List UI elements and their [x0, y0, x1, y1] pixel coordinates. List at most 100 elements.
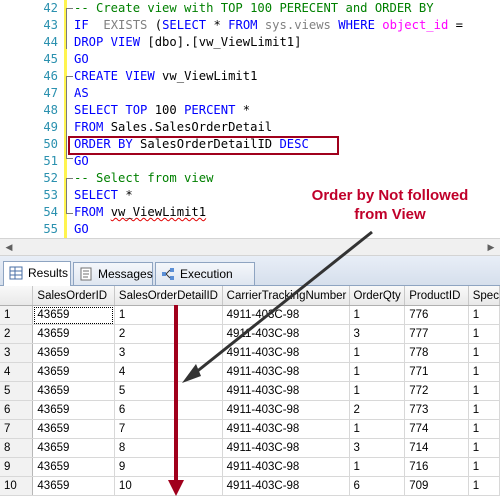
code-line[interactable]: 42 -- Create view with TOP 100 PERECENT a…: [0, 0, 500, 17]
table-row[interactable]: 3 43659 3 4911-403C-98 1 778 1: [0, 343, 500, 363]
column-header[interactable]: Spec: [468, 286, 500, 306]
code-line[interactable]: 48 SELECT TOP 100 PERCENT *: [0, 102, 500, 119]
row-number-cell[interactable]: 2: [0, 324, 34, 344]
table-cell[interactable]: 3: [349, 324, 406, 344]
tab-execution-plan[interactable]: Execution plan: [155, 262, 255, 303]
table-cell[interactable]: 1: [468, 400, 500, 420]
tab-messages[interactable]: Messages: [73, 262, 153, 285]
table-cell[interactable]: 43659: [32, 457, 115, 477]
column-header[interactable]: ProductID: [404, 286, 469, 306]
table-cell[interactable]: 1: [349, 343, 406, 363]
row-number-cell[interactable]: 1: [0, 305, 34, 325]
code-line[interactable]: 44 DROP VIEW [dbo].[vw_ViewLimit1]: [0, 34, 500, 51]
table-row[interactable]: 5 43659 5 4911-403C-98 1 772 1: [0, 381, 500, 401]
table-cell[interactable]: 4911-403C-98: [222, 457, 350, 477]
table-cell[interactable]: 4911-403C-98: [222, 476, 350, 496]
row-number-cell[interactable]: 3: [0, 343, 34, 363]
table-cell[interactable]: 1: [468, 362, 500, 382]
table-row[interactable]: 9 43659 9 4911-403C-98 1 716 1: [0, 457, 500, 477]
table-cell[interactable]: 43659: [32, 438, 115, 458]
table-cell[interactable]: 4911-403C-98: [222, 324, 350, 344]
table-cell[interactable]: 4911-403C-98: [222, 419, 350, 439]
row-number-cell[interactable]: 5: [0, 381, 34, 401]
row-number-cell[interactable]: 7: [0, 419, 34, 439]
table-cell[interactable]: 1: [349, 362, 406, 382]
row-number-cell[interactable]: 10: [0, 476, 34, 496]
tab-results[interactable]: Results: [3, 261, 71, 286]
code-line[interactable]: 47 AS: [0, 85, 500, 102]
table-cell[interactable]: 1: [468, 381, 500, 401]
table-cell[interactable]: 1: [114, 305, 223, 325]
table-cell[interactable]: 772: [404, 381, 469, 401]
table-cell[interactable]: 4911-403C-98: [222, 381, 350, 401]
table-cell[interactable]: 43659: [32, 381, 115, 401]
horizontal-scrollbar[interactable]: ◀ ▶: [0, 238, 500, 256]
table-cell[interactable]: 1: [468, 457, 500, 477]
results-grid[interactable]: SalesOrderID SalesOrderDetailID CarrierT…: [0, 286, 500, 500]
table-cell[interactable]: 771: [404, 362, 469, 382]
column-header[interactable]: SalesOrderID: [32, 286, 115, 306]
code-line[interactable]: 52 -- Select from view: [0, 170, 500, 187]
code-line[interactable]: 43 IF EXISTS (SELECT * FROM sys.views WHE…: [0, 17, 500, 34]
column-header[interactable]: OrderQty: [349, 286, 406, 306]
table-cell[interactable]: 1: [349, 305, 406, 325]
table-cell[interactable]: 5: [114, 381, 223, 401]
row-number-cell[interactable]: 9: [0, 457, 34, 477]
table-cell[interactable]: 43659: [32, 324, 115, 344]
table-row[interactable]: 7 43659 7 4911-403C-98 1 774 1: [0, 419, 500, 439]
row-number-cell[interactable]: 8: [0, 438, 34, 458]
table-cell[interactable]: 2: [349, 400, 406, 420]
table-row[interactable]: 1 43659 1 4911-403C-98 1 776 1: [0, 305, 500, 325]
table-cell[interactable]: 43659: [32, 362, 115, 382]
scroll-left-icon[interactable]: ◀: [3, 241, 15, 253]
row-number-cell[interactable]: 6: [0, 400, 34, 420]
outline-bracket[interactable]: [66, 8, 73, 49]
table-cell[interactable]: 714: [404, 438, 469, 458]
code-line[interactable]: 51 GO: [0, 153, 500, 170]
table-cell[interactable]: 43659: [32, 343, 115, 363]
table-cell[interactable]: 43659: [32, 476, 115, 496]
table-cell[interactable]: 776: [404, 305, 469, 325]
table-cell[interactable]: 3: [349, 438, 406, 458]
code-line[interactable]: 46 CREATE VIEW vw_ViewLimit1: [0, 68, 500, 85]
table-cell[interactable]: 43659: [32, 305, 115, 325]
table-cell[interactable]: 9: [114, 457, 223, 477]
table-cell[interactable]: 4911-403C-98: [222, 343, 350, 363]
table-row[interactable]: 10 43659 10 4911-403C-98 6 709 1: [0, 476, 500, 496]
table-cell[interactable]: 1: [468, 419, 500, 439]
table-cell[interactable]: 2: [114, 324, 223, 344]
table-cell[interactable]: 4911-403C-98: [222, 438, 350, 458]
table-cell[interactable]: 43659: [32, 419, 115, 439]
code-line[interactable]: 49 FROM Sales.SalesOrderDetail: [0, 119, 500, 136]
table-cell[interactable]: 10: [114, 476, 223, 496]
table-cell[interactable]: 773: [404, 400, 469, 420]
table-cell[interactable]: 1: [349, 419, 406, 439]
table-cell[interactable]: 4911-403C-98: [222, 305, 350, 325]
row-number-cell[interactable]: 4: [0, 362, 34, 382]
scroll-right-icon[interactable]: ▶: [485, 241, 497, 253]
column-header[interactable]: CarrierTrackingNumber: [222, 286, 350, 306]
table-cell[interactable]: 1: [468, 343, 500, 363]
table-cell[interactable]: 1: [468, 305, 500, 325]
table-cell[interactable]: 4911-403C-98: [222, 400, 350, 420]
row-number-header[interactable]: [0, 286, 34, 306]
table-cell[interactable]: 778: [404, 343, 469, 363]
table-cell[interactable]: 6: [114, 400, 223, 420]
table-cell[interactable]: 1: [468, 324, 500, 344]
table-cell[interactable]: 709: [404, 476, 469, 496]
code-line[interactable]: 45 GO: [0, 51, 500, 68]
table-cell[interactable]: 7: [114, 419, 223, 439]
table-cell[interactable]: 8: [114, 438, 223, 458]
table-cell[interactable]: 6: [349, 476, 406, 496]
outline-bracket[interactable]: [66, 178, 73, 214]
table-cell[interactable]: 1: [468, 438, 500, 458]
table-row[interactable]: 2 43659 2 4911-403C-98 3 777 1: [0, 324, 500, 344]
table-cell[interactable]: 774: [404, 419, 469, 439]
table-row[interactable]: 4 43659 4 4911-403C-98 1 771 1: [0, 362, 500, 382]
table-row[interactable]: 6 43659 6 4911-403C-98 2 773 1: [0, 400, 500, 420]
table-cell[interactable]: 716: [404, 457, 469, 477]
table-cell[interactable]: 777: [404, 324, 469, 344]
table-cell[interactable]: 1: [349, 381, 406, 401]
table-cell[interactable]: 4: [114, 362, 223, 382]
table-cell[interactable]: 3: [114, 343, 223, 363]
